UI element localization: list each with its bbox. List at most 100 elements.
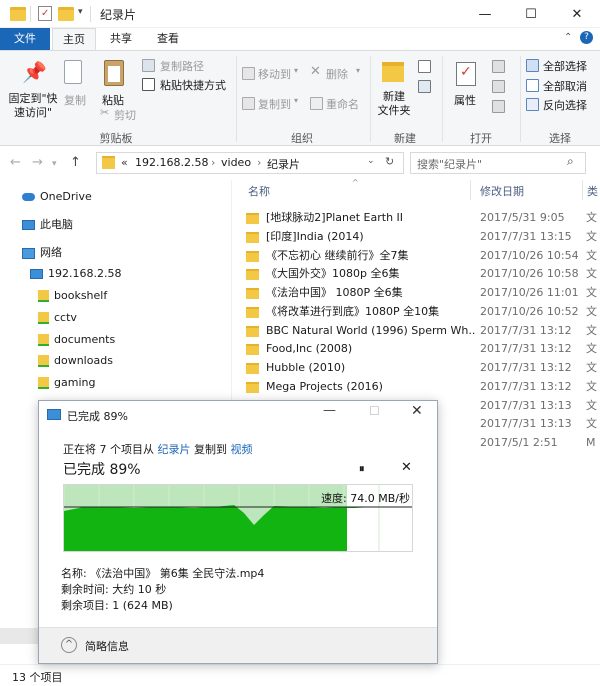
select-none-button[interactable]: 全部取消 (526, 78, 598, 94)
nav-folder[interactable]: bookshelf (38, 286, 107, 306)
file-date: 2017/7/31 13:13 (480, 417, 572, 430)
file-type: 文 (586, 417, 597, 430)
address-dropdown-icon[interactable]: ⌄ (367, 156, 375, 166)
file-row[interactable]: Food,Inc (2008) 2017/7/31 13:12 文 (246, 340, 600, 358)
pin-quick-access-button[interactable]: 📌 固定到"快 速访问" (6, 56, 58, 126)
horizontal-scrollbar[interactable] (0, 628, 40, 644)
collapse-details-icon[interactable]: ^ (61, 637, 77, 653)
nav-this-pc[interactable]: 此电脑 (22, 215, 73, 235)
minimize-button[interactable]: — (462, 0, 508, 28)
file-type: 文 (586, 342, 597, 355)
file-row[interactable]: 《法治中国》 1080P 全6集 2017/10/26 11:01 文 (246, 284, 600, 302)
cancel-button[interactable]: ✕ (401, 460, 412, 475)
file-row[interactable]: Hubble (2010) 2017/7/31 13:12 文 (246, 359, 600, 377)
tab-home[interactable]: 主页 (52, 28, 96, 51)
history-icon[interactable] (492, 100, 505, 113)
easy-access-icon[interactable] (418, 80, 431, 93)
copy-label: 复制 (64, 94, 86, 107)
copy-button[interactable]: 复制 (62, 56, 90, 107)
copy-icon (64, 60, 82, 84)
back-button[interactable]: ← (10, 155, 21, 170)
collapse-ribbon-icon[interactable]: ⌃ (564, 32, 572, 43)
tab-file[interactable]: 文件 (0, 28, 50, 50)
rename-button[interactable]: 重命名 (310, 96, 370, 112)
nav-label: cctv (54, 311, 77, 324)
source-link[interactable]: 纪录片 (158, 443, 191, 456)
nav-host[interactable]: 192.168.2.58 (30, 264, 121, 284)
file-type: 文 (586, 249, 597, 262)
up-button[interactable]: ↑ (70, 155, 81, 170)
cut-button[interactable]: ✂ 剪切 (100, 106, 150, 123)
dialog-minimize-button[interactable]: — (323, 403, 336, 418)
properties-icon: ✓ (456, 62, 476, 86)
copy-path-button[interactable]: 复制路径 (142, 58, 232, 74)
tab-share[interactable]: 共享 (100, 28, 142, 50)
column-divider[interactable] (582, 180, 583, 200)
open-icon[interactable] (492, 60, 505, 73)
move-to-button[interactable]: 移动到 ▾ (242, 66, 300, 82)
column-divider[interactable] (470, 180, 471, 200)
refresh-icon[interactable]: ↻ (385, 155, 394, 168)
tab-view[interactable]: 查看 (146, 28, 190, 50)
breadcrumb-host[interactable]: 192.168.2.58 (135, 156, 208, 169)
file-row[interactable]: BBC Natural World (1996) Sperm Wh... 2017… (246, 322, 600, 340)
properties-qa-icon[interactable]: ✓ (38, 6, 52, 21)
edit-icon[interactable] (492, 80, 505, 93)
new-folder-button[interactable]: 新建 文件夹 (374, 56, 414, 122)
breadcrumb-current[interactable]: 纪录片 (267, 156, 300, 172)
copy-to-button[interactable]: 复制到 ▾ (242, 96, 300, 112)
dialog-title: 已完成 89% (67, 410, 128, 423)
file-row[interactable]: [印度]India (2014) 2017/7/31 13:15 文 (246, 228, 600, 246)
invert-selection-button[interactable]: 反向选择 (526, 97, 598, 113)
column-type[interactable]: 类 (587, 183, 598, 199)
group-divider (236, 56, 237, 142)
speed-label: 速度: 74.0 MB/秒 (321, 491, 410, 505)
divider (90, 6, 91, 22)
nav-onedrive[interactable]: OneDrive (22, 187, 92, 207)
details-toggle[interactable]: 简略信息 (85, 638, 129, 654)
file-row[interactable]: [地球脉动2]Planet Earth II 2017/5/31 9:05 文 (246, 209, 600, 227)
maximize-button[interactable]: ☐ (508, 0, 554, 28)
destination-link[interactable]: 视频 (231, 443, 253, 456)
forward-button[interactable]: → (32, 155, 43, 170)
nav-folder[interactable]: cctv (38, 308, 77, 328)
close-button[interactable]: ✕ (554, 0, 600, 28)
file-name: Mega Projects (2016) (266, 380, 383, 393)
nav-folder[interactable]: documents (38, 330, 115, 350)
file-row[interactable]: Mega Projects (2016) 2017/7/31 13:12 文 (246, 378, 600, 396)
copy-text: 正在将 7 个项目从 (63, 443, 158, 456)
time-remaining-line: 剩余时间: 大约 10 秒 (61, 583, 167, 596)
delete-button[interactable]: ✕ 删除 ▾ (310, 64, 364, 82)
folder-icon (246, 306, 259, 318)
divider (30, 6, 31, 22)
help-icon[interactable]: ? (580, 31, 593, 44)
address-bar[interactable]: « 192.168.2.58 › video › 纪录片 ⌄ ↻ (96, 152, 404, 174)
search-input[interactable]: 搜索"纪录片" ⌕ (410, 152, 586, 174)
column-date[interactable]: 修改日期 (480, 183, 524, 199)
qa-dropdown-icon[interactable]: ▾ (78, 7, 83, 17)
file-row[interactable]: 《不忘初心 继续前行》全7集 2017/10/26 10:54 文 (246, 247, 600, 265)
nav-folder[interactable]: downloads (38, 351, 113, 371)
dialog-close-button[interactable]: ✕ (411, 403, 423, 419)
recent-locations-icon[interactable]: ▾ (52, 159, 57, 169)
file-type: 文 (586, 211, 597, 224)
properties-button[interactable]: ✓ 属性 (450, 56, 484, 108)
file-row[interactable]: 《将改革进行到底》1080P 全10集 2017/10/26 10:52 文 (246, 303, 600, 321)
nav-network[interactable]: 网络 (22, 243, 62, 263)
paste-button[interactable]: 粘贴 (100, 56, 128, 107)
search-placeholder: 搜索"纪录片" (417, 158, 483, 171)
file-row[interactable]: 《大国外交》1080p 全6集 2017/10/26 10:58 文 (246, 265, 600, 283)
breadcrumb-video[interactable]: video (221, 156, 251, 169)
select-all-button[interactable]: 全部选择 (526, 58, 598, 74)
new-folder-qa-icon[interactable] (58, 7, 74, 21)
select-none-icon (526, 79, 539, 92)
column-name[interactable]: 名称 (248, 183, 270, 199)
dialog-maximize-button[interactable]: ☐ (369, 404, 380, 418)
breadcrumb-overflow[interactable]: « (121, 156, 128, 169)
folder-icon (246, 362, 259, 374)
paste-shortcut-button[interactable]: 粘贴快捷方式 (142, 77, 232, 93)
pause-button[interactable]: ⏸ (359, 462, 365, 476)
nav-folder[interactable]: gaming (38, 373, 95, 393)
file-name: Hubble (2010) (266, 361, 346, 374)
new-item-icon[interactable] (418, 60, 431, 73)
